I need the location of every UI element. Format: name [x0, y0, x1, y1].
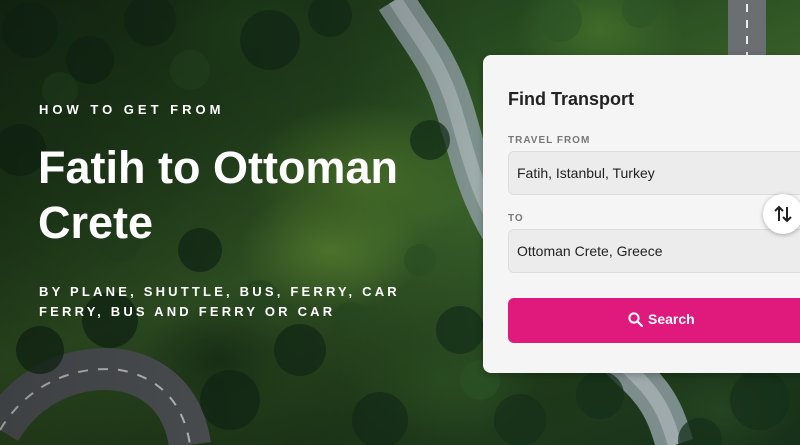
card-title: Find Transport [508, 89, 634, 109]
travel-to-value: Ottoman Crete, Greece [517, 243, 663, 259]
travel-to-input[interactable]: Ottoman Crete, Greece [508, 229, 800, 273]
find-transport-card: Find Transport TRAVEL FROM Fatih, Istanb… [483, 55, 800, 373]
travel-to-label: TO [508, 213, 524, 224]
search-icon [628, 312, 643, 327]
hero-eyebrow: HOW TO GET FROM [39, 102, 225, 117]
travel-from-input[interactable]: Fatih, Istanbul, Turkey [508, 151, 800, 195]
swap-locations-button[interactable] [763, 194, 800, 234]
travel-from-value: Fatih, Istanbul, Turkey [517, 165, 655, 181]
travel-from-label: TRAVEL FROM [508, 135, 591, 146]
page-title: Fatih to Ottoman Crete [38, 142, 398, 248]
search-button-label: Search [648, 311, 695, 327]
search-button[interactable]: Search [508, 298, 800, 343]
swap-vertical-icon [774, 205, 792, 223]
transport-modes: BY PLANE, SHUTTLE, BUS, FERRY, CAR FERRY… [39, 284, 400, 319]
